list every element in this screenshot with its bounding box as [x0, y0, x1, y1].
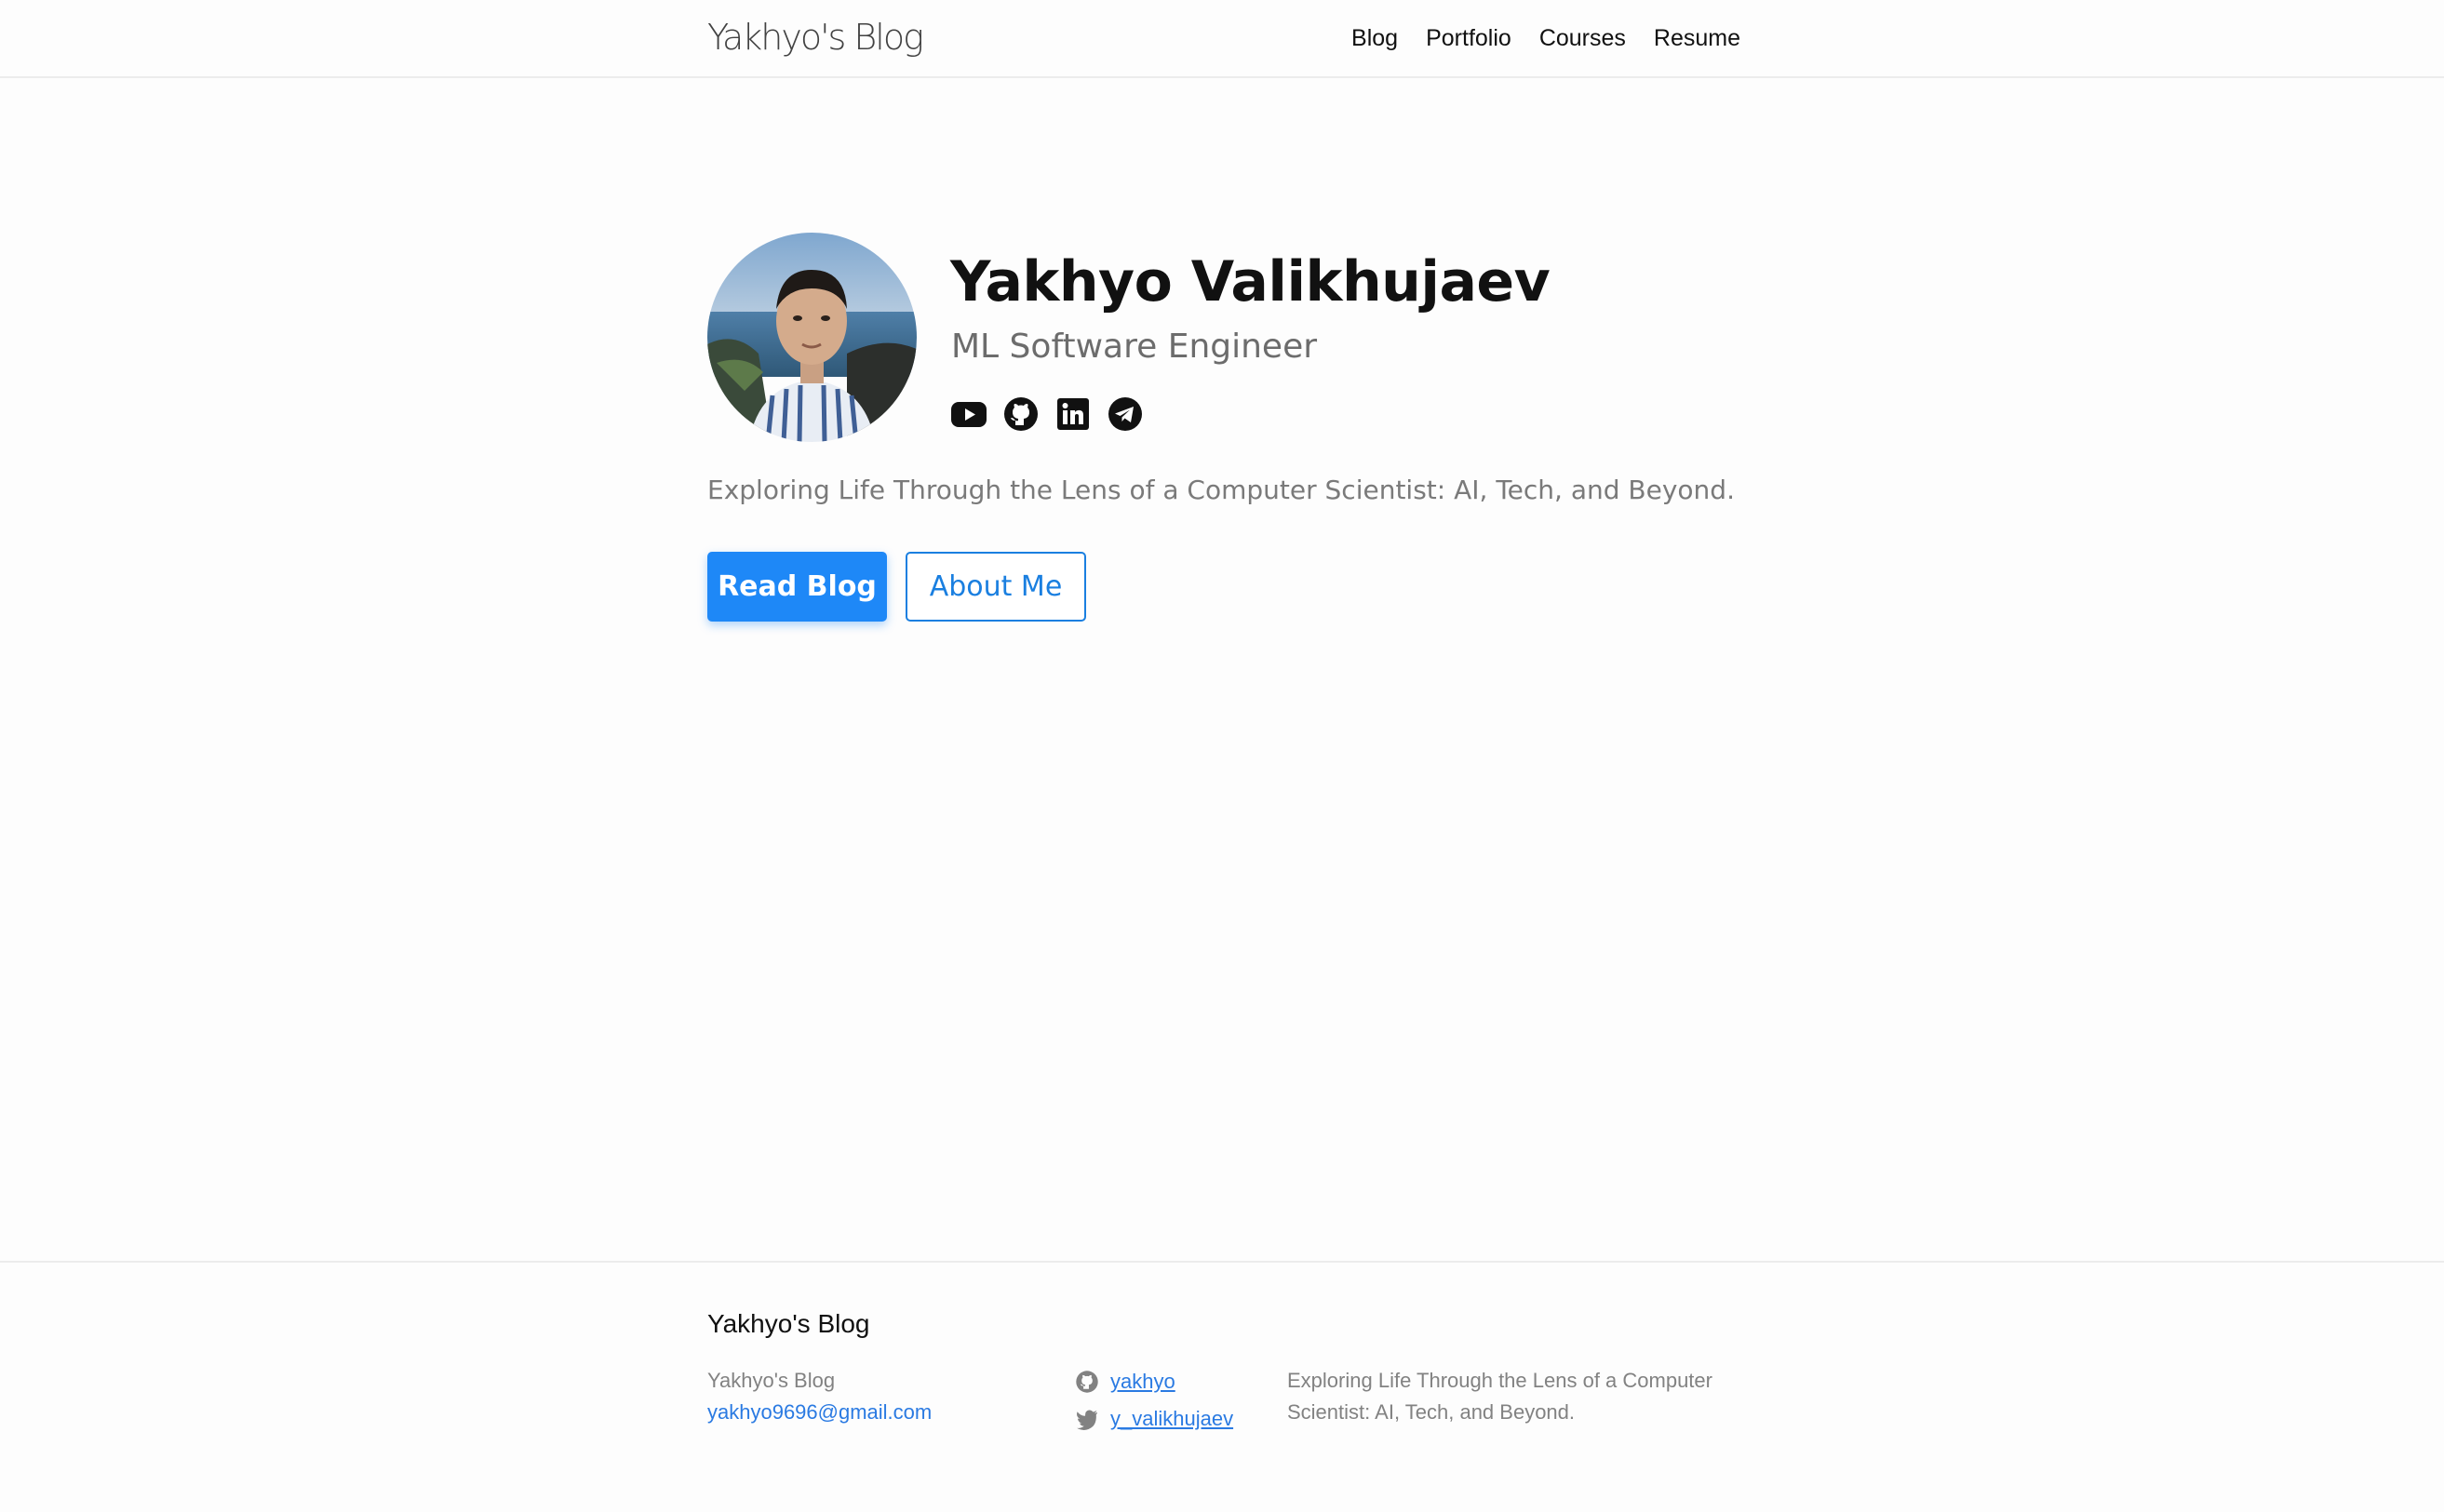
nav-link-courses[interactable]: Courses: [1539, 25, 1626, 52]
footer-social-links: yakhyo y_valikhujaev: [1075, 1363, 1233, 1438]
footer-contact: Yakhyo's Blog yakhyo9696@gmail.com: [707, 1365, 932, 1428]
footer-github-link[interactable]: yakhyo: [1075, 1363, 1233, 1400]
telegram-icon[interactable]: [1107, 395, 1144, 433]
footer-twitter-username: y_valikhujaev: [1110, 1407, 1234, 1430]
nav-link-blog[interactable]: Blog: [1351, 25, 1398, 52]
twitter-icon: [1076, 1410, 1098, 1430]
hero-role: ML Software Engineer: [951, 328, 1318, 366]
site-nav: Blog Portfolio Courses Resume: [1351, 25, 1740, 52]
github-icon: [1076, 1371, 1098, 1393]
hero-name: Yakhyo Valikhujaev: [950, 249, 1551, 314]
github-icon[interactable]: [1002, 395, 1040, 433]
youtube-icon[interactable]: [950, 395, 987, 433]
site-footer: Yakhyo's Blog Yakhyo's Blog yakhyo9696@g…: [0, 1261, 2444, 1512]
footer-twitter-link[interactable]: y_valikhujaev: [1075, 1400, 1233, 1438]
avatar-image: [707, 233, 917, 442]
nav-link-resume[interactable]: Resume: [1654, 25, 1740, 52]
footer-site-name: Yakhyo's Blog: [707, 1369, 836, 1392]
hero-tagline: Exploring Life Through the Lens of a Com…: [707, 475, 1735, 505]
social-links: [950, 395, 1144, 433]
about-me-button[interactable]: About Me: [906, 552, 1086, 622]
footer-github-username: yakhyo: [1110, 1370, 1175, 1393]
footer-description: Exploring Life Through the Lens of a Com…: [1287, 1369, 1712, 1424]
footer-email-link[interactable]: yakhyo9696@gmail.com: [707, 1400, 932, 1424]
nav-link-portfolio[interactable]: Portfolio: [1426, 25, 1511, 52]
site-title[interactable]: Yakhyo's Blog: [707, 17, 924, 58]
linkedin-icon[interactable]: [1054, 395, 1092, 433]
avatar: [707, 233, 917, 442]
site-header: Yakhyo's Blog Blog Portfolio Courses Res…: [0, 0, 2444, 78]
footer-heading: Yakhyo's Blog: [707, 1309, 870, 1338]
read-blog-button[interactable]: Read Blog: [707, 552, 887, 622]
